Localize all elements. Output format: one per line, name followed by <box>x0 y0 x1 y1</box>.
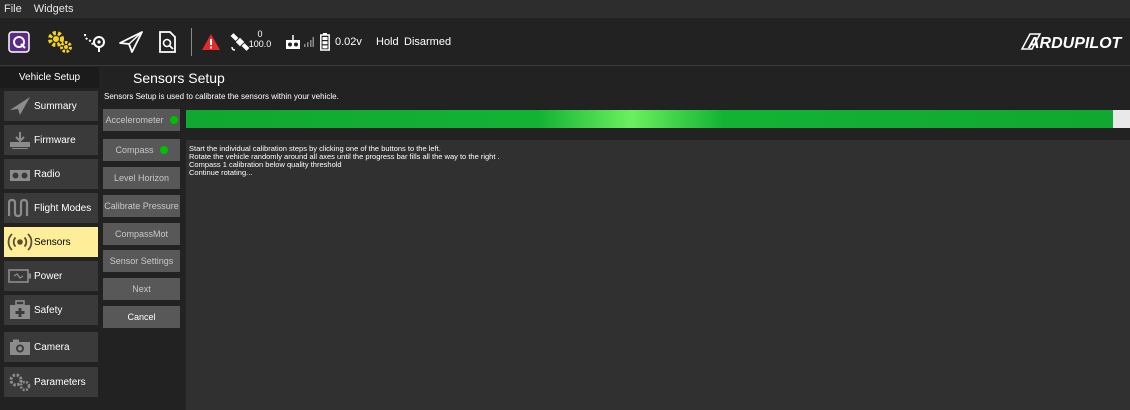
sidebar-item-label: Safety <box>34 304 63 316</box>
radio-transmitter-icon <box>6 164 34 184</box>
battery-voltage: 0.02v <box>335 36 362 48</box>
sidebar-item-label: Power <box>34 270 63 282</box>
camera-icon <box>6 338 34 356</box>
sidebar-item-flight-modes[interactable]: Flight Modes <box>4 193 98 223</box>
gps-hdop: 100.0 <box>248 39 272 49</box>
sidebar-item-firmware[interactable]: Firmware <box>4 125 98 155</box>
gps-readout: 0 100.0 <box>248 29 272 49</box>
button-label: Compass <box>115 145 154 155</box>
sidebar-item-sensors[interactable]: Sensors <box>4 227 98 257</box>
warning-triangle-icon[interactable] <box>199 18 223 66</box>
sidebar-item-label: Radio <box>34 168 61 180</box>
level-horizon-button[interactable]: Level Horizon <box>103 167 180 189</box>
ardupilot-logo: ARDUPILOT <box>1020 18 1130 66</box>
page-description: Sensors Setup is used to calibrate the s… <box>104 92 339 101</box>
cancel-button[interactable]: Cancel <box>103 306 180 328</box>
power-battery-icon <box>6 268 34 284</box>
sidebar-item-label: Parameters <box>34 376 86 388</box>
sidebar-item-camera[interactable]: Camera <box>4 332 98 362</box>
status-line: Continue rotating... <box>189 168 253 177</box>
sidebar-item-label: Firmware <box>34 134 76 146</box>
sensors-broadcast-icon <box>6 232 34 252</box>
rc-transmitter-icon[interactable] <box>282 18 304 66</box>
arm-status[interactable]: Disarmed <box>404 18 451 66</box>
calibration-complete-indicator <box>169 116 178 124</box>
button-label: Calibrate Pressure <box>104 201 179 211</box>
sidebar-item-summary[interactable]: Summary <box>4 91 98 121</box>
analyze-document-icon[interactable] <box>153 18 183 66</box>
next-button[interactable]: Next <box>103 278 180 300</box>
button-label: Accelerometer <box>105 115 164 125</box>
sensors-setup-panel: Sensors Setup Sensors Setup is used to c… <box>99 67 1130 410</box>
page-title: Sensors Setup <box>133 70 225 86</box>
rc-signal-bars-icon <box>302 18 316 66</box>
compassmot-button[interactable]: CompassMot <box>103 223 180 245</box>
calibrate-pressure-button[interactable]: Calibrate Pressure <box>103 195 180 217</box>
flight-modes-wave-icon <box>6 198 34 218</box>
plan-waypoint-icon[interactable] <box>80 18 110 66</box>
calibration-complete-indicator <box>159 146 168 154</box>
calibration-progress-bar <box>186 110 1130 128</box>
sidebar-item-label: Flight Modes <box>34 202 92 214</box>
sidebar-item-parameters[interactable]: Parameters <box>4 367 98 397</box>
calibration-progress-fill <box>186 110 1113 128</box>
menu-file[interactable]: File <box>4 3 22 15</box>
fly-paper-plane-icon[interactable] <box>116 18 146 66</box>
toolbar-separator <box>191 28 192 56</box>
button-label: Sensor Settings <box>109 256 174 266</box>
flight-mode[interactable]: Hold <box>376 18 399 66</box>
sidebar-item-label: Summary <box>34 100 77 112</box>
menu-bar: File Widgets <box>0 0 1130 18</box>
sidebar-item-safety[interactable]: Safety <box>4 295 98 325</box>
sensor-settings-button[interactable]: Sensor Settings <box>103 250 180 272</box>
accelerometer-button[interactable]: Accelerometer <box>103 109 180 131</box>
sidebar-item-label: Camera <box>34 341 70 353</box>
button-label: CompassMot <box>114 229 168 239</box>
ardupilot-logo-text: ARDUPILOT <box>1027 35 1123 52</box>
firmware-download-icon <box>6 130 34 150</box>
battery-icon[interactable] <box>318 18 332 66</box>
sidebar-item-label: Sensors <box>34 236 71 248</box>
vehicle-setup-header: Vehicle Setup <box>0 67 99 88</box>
safety-medkit-icon <box>6 300 34 320</box>
vehicle-setup-sidebar: Summary Firmware Radio Flight Modes Sens… <box>0 88 99 410</box>
calibration-status-area: Start the individual calibration steps b… <box>186 140 1130 410</box>
button-label: Level Horizon <box>113 173 170 183</box>
qgc-logo-icon[interactable] <box>6 18 32 66</box>
main-toolbar: 0 100.0 0.02v Hold Disarmed ARDUPILOT <box>0 18 1130 66</box>
sidebar-item-radio[interactable]: Radio <box>4 159 98 189</box>
vehicle-setup-gear-icon[interactable] <box>44 18 76 66</box>
paper-plane-icon <box>6 96 34 116</box>
button-label: Cancel <box>127 312 156 322</box>
button-label: Next <box>132 284 151 294</box>
compass-button[interactable]: Compass <box>103 139 180 161</box>
sidebar-item-power[interactable]: Power <box>4 261 98 291</box>
menu-widgets[interactable]: Widgets <box>34 3 74 15</box>
status-text: Start the individual calibration steps b… <box>189 145 500 177</box>
gps-satellite-count: 0 <box>257 29 263 39</box>
parameters-gears-icon <box>6 372 34 392</box>
